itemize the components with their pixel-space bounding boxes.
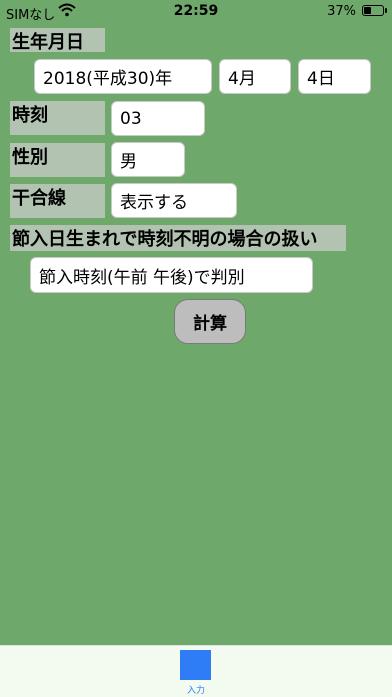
status-bar: SIMなし 22:59 37% [0,0,392,24]
birth-day-field[interactable]: 4日 [298,59,371,94]
gender-field[interactable]: 男 [111,142,185,177]
time-label: 時刻 [10,101,105,135]
tab-bar: 入力 [0,645,392,697]
battery-icon [362,5,387,16]
battery-percent: 37% [327,4,356,19]
square-icon [180,650,211,680]
calculate-button[interactable]: 計算 [174,299,246,344]
time-field[interactable]: 03 [111,101,205,136]
tab-input-label: 入力 [186,686,205,696]
kangosen-field[interactable]: 表示する [111,183,237,218]
kangosen-label: 干合線 [10,184,105,218]
gender-label: 性別 [10,143,105,177]
birth-year-field[interactable]: 2018(平成30)年 [34,59,212,94]
setsuiri-field[interactable]: 節入時刻(午前 午後)で判別 [30,257,313,293]
birth-month-field[interactable]: 4月 [219,59,291,94]
setsuiri-label: 節入日生まれで時刻不明の場合の扱い [10,225,346,251]
birth-date-label: 生年月日 [10,28,105,53]
